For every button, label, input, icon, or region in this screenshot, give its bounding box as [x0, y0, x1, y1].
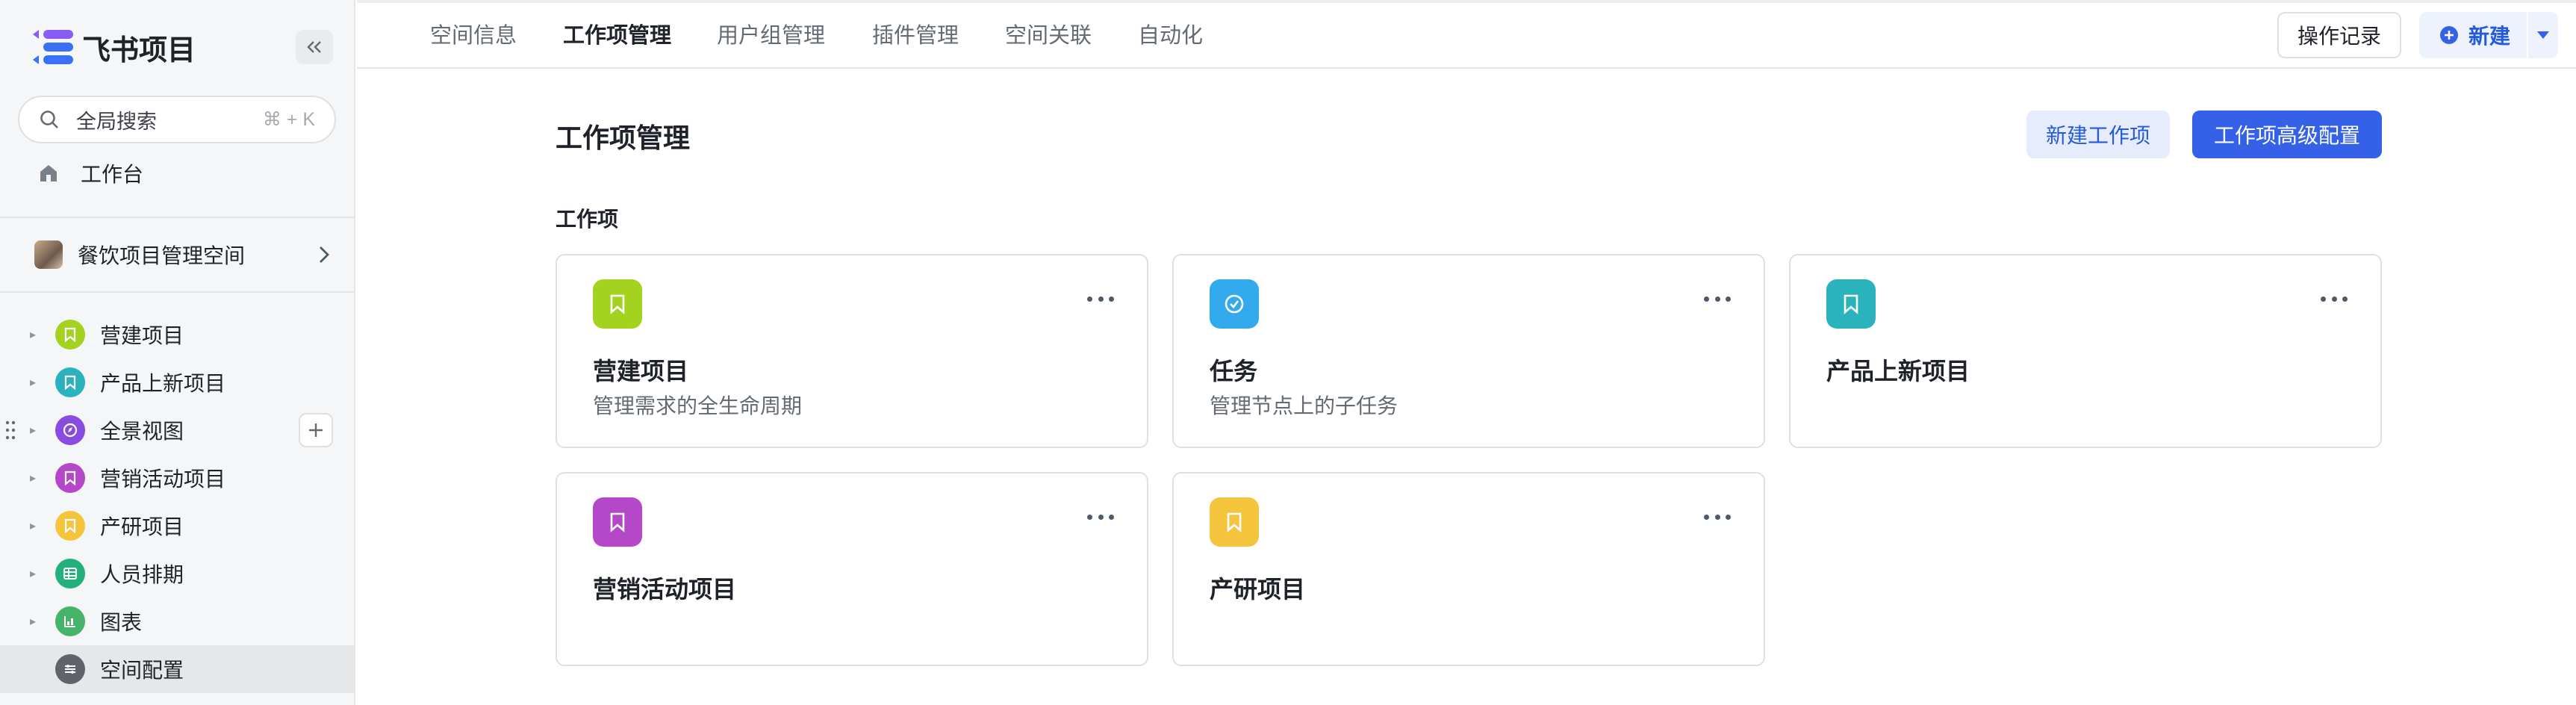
settings-icon [55, 654, 85, 684]
drag-handle-icon[interactable] [4, 420, 16, 441]
tab-user-group-management[interactable]: 用户组管理 [717, 21, 825, 51]
expand-arrow-icon[interactable]: ▸ [30, 423, 40, 438]
chart-icon [55, 606, 85, 636]
sidebar-item-label: 人员排期 [100, 563, 184, 586]
more-options-icon[interactable] [1087, 512, 1114, 521]
card-title: 营销活动项目 [593, 576, 737, 603]
expand-arrow-icon[interactable]: ▸ [30, 614, 40, 629]
search-icon [40, 111, 58, 128]
divider [0, 291, 354, 293]
card-description: 管理节点上的子任务 [1210, 394, 1399, 417]
sidebar-item-label: 营建项目 [100, 324, 184, 347]
sidebar-item-label: 工作台 [81, 163, 144, 186]
expand-arrow-icon[interactable]: ▸ [30, 518, 40, 533]
more-options-icon[interactable] [1087, 294, 1114, 303]
bookmark-icon [55, 463, 85, 493]
sidebar-item-label: 全景视图 [100, 420, 184, 443]
expand-arrow-icon[interactable]: ▸ [30, 566, 40, 581]
expand-arrow-icon[interactable]: ▸ [30, 375, 40, 390]
sidebar-item-label: 产研项目 [100, 515, 184, 538]
divider [0, 217, 354, 218]
bookmark-icon [55, 367, 85, 397]
work-item-card-construction[interactable]: 营建项目 管理需求的全生命周期 [556, 254, 1148, 448]
global-search-input[interactable]: 全局搜索 ⌘ + K [18, 96, 336, 143]
top-tab-bar: 空间信息 工作项管理 用户组管理 插件管理 空间关联 自动化 [357, 0, 2576, 69]
expand-arrow-icon[interactable]: ▸ [30, 327, 40, 342]
sidebar-item-panorama-view[interactable]: ▸ 全景视图 [0, 406, 354, 454]
operation-log-button[interactable]: 操作记录 [2277, 12, 2401, 58]
space-avatar [34, 240, 63, 269]
tab-automation[interactable]: 自动化 [1138, 21, 1203, 51]
tab-work-item-management[interactable]: 工作项管理 [563, 21, 671, 51]
bookmark-icon [593, 279, 642, 329]
advanced-config-button[interactable]: 工作项高级配置 [2192, 111, 2382, 158]
search-shortcut-hint: ⌘ + K [262, 109, 315, 130]
sidebar-item-label: 产品上新项目 [100, 372, 226, 395]
feishu-project-logo [30, 28, 78, 66]
collapse-sidebar-button[interactable] [296, 30, 333, 64]
double-chevron-left-icon [307, 41, 321, 53]
bookmark-icon [1826, 279, 1876, 329]
sidebar-item-marketing-project[interactable]: ▸ 营销活动项目 [0, 454, 354, 502]
new-button-label: 新建 [2468, 25, 2511, 48]
work-item-card-product-launch[interactable]: 产品上新项目 [1789, 254, 2382, 448]
sidebar-item-charts[interactable]: ▸ 图表 [0, 597, 354, 645]
search-placeholder: 全局搜索 [76, 110, 157, 133]
new-button[interactable]: 新建 [2419, 12, 2527, 58]
section-label: 工作项 [556, 208, 619, 231]
tab-space-association[interactable]: 空间关联 [1005, 21, 1092, 51]
space-name: 餐饮项目管理空间 [78, 244, 246, 267]
bookmark-icon [593, 497, 642, 547]
sidebar-item-staff-schedule[interactable]: ▸ 人员排期 [0, 550, 354, 597]
card-description: 管理需求的全生命周期 [593, 394, 803, 417]
plus-circle-icon [2440, 26, 2458, 44]
plus-icon [309, 423, 323, 437]
sidebar: 飞书项目 全局搜索 ⌘ + K 工作台 餐饮项目管理空间 ▸ 营建项目 ▸ 产品… [0, 0, 355, 705]
bookmark-icon [55, 511, 85, 541]
more-options-icon[interactable] [2321, 294, 2348, 303]
work-item-card-marketing[interactable]: 营销活动项目 [556, 472, 1148, 666]
work-item-card-rd[interactable]: 产研项目 [1172, 472, 1765, 666]
page-title: 工作项管理 [556, 122, 691, 153]
new-dropdown-toggle[interactable] [2528, 31, 2558, 40]
caret-down-icon [2537, 31, 2549, 39]
expand-arrow-icon[interactable]: ▸ [30, 470, 40, 485]
sidebar-item-product-launch[interactable]: ▸ 产品上新项目 [0, 358, 354, 406]
sidebar-item-label: 营销活动项目 [100, 468, 226, 491]
table-icon [55, 559, 85, 588]
home-icon [40, 165, 57, 181]
sidebar-item-space-settings[interactable]: 空间配置 [0, 645, 354, 693]
brand[interactable]: 飞书项目 [30, 28, 196, 66]
new-split-button: 新建 [2419, 12, 2558, 58]
bookmark-icon [1210, 497, 1259, 547]
bookmark-icon [55, 320, 85, 350]
card-title: 产品上新项目 [1826, 358, 1970, 385]
sidebar-item-construction-project[interactable]: ▸ 营建项目 [0, 311, 354, 358]
card-title: 营建项目 [593, 358, 689, 385]
chevron-right-icon [320, 246, 329, 263]
compass-icon [55, 415, 85, 445]
new-work-item-button[interactable]: 新建工作项 [2026, 111, 2170, 158]
space-switcher[interactable]: 餐饮项目管理空间 [34, 237, 330, 272]
tab-space-info[interactable]: 空间信息 [430, 21, 517, 51]
brand-name: 飞书项目 [82, 34, 196, 66]
add-item-button[interactable] [299, 413, 333, 447]
tab-plugin-management[interactable]: 插件管理 [872, 21, 959, 51]
more-options-icon[interactable] [1704, 512, 1731, 521]
sidebar-item-workbench[interactable]: 工作台 [37, 157, 143, 190]
sidebar-item-rd-project[interactable]: ▸ 产研项目 [0, 502, 354, 550]
more-options-icon[interactable] [1704, 294, 1731, 303]
sidebar-item-label: 空间配置 [100, 659, 184, 682]
card-title: 产研项目 [1210, 576, 1306, 603]
check-circle-icon [1210, 279, 1259, 329]
work-item-card-task[interactable]: 任务 管理节点上的子任务 [1172, 254, 1765, 448]
sidebar-item-label: 图表 [100, 611, 143, 634]
card-title: 任务 [1210, 358, 1258, 385]
